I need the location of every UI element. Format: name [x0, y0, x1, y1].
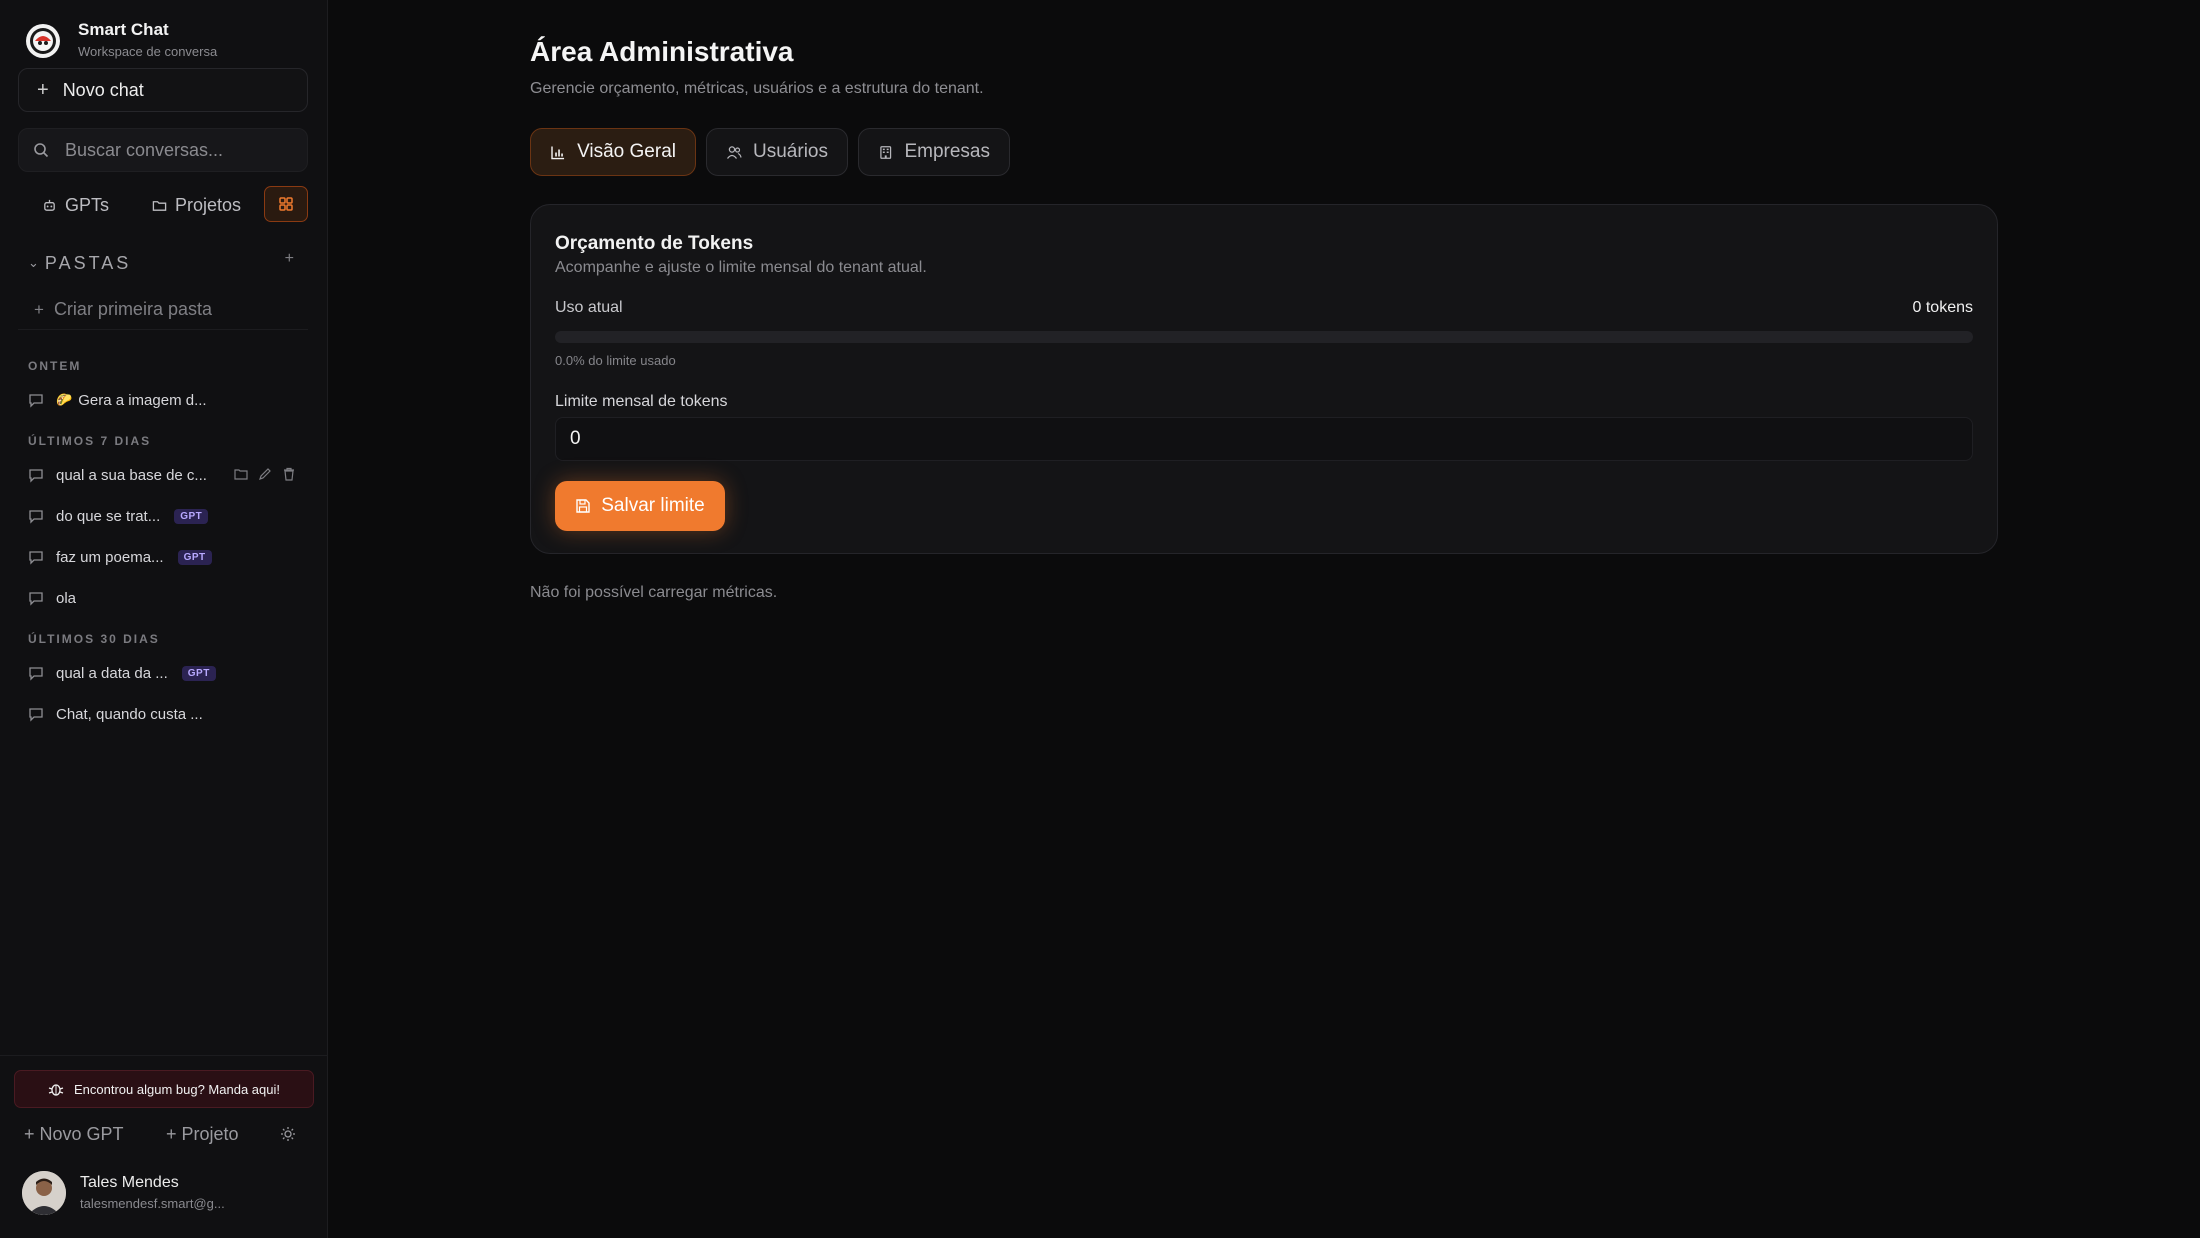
bot-icon — [44, 199, 55, 211]
move-to-folder-icon[interactable] — [234, 467, 248, 481]
new-project-link[interactable]: + Projeto — [166, 1124, 239, 1145]
tab-label: Visão Geral — [577, 141, 676, 162]
chat-bubble-icon — [29, 394, 43, 408]
tab-label: Usuários — [753, 141, 828, 162]
usage-label: Uso atual — [555, 299, 623, 316]
chat-item[interactable]: ola — [18, 580, 308, 616]
plus-icon: + — [37, 78, 49, 101]
gpts-label: GPTs — [65, 194, 110, 215]
edit-icon[interactable] — [258, 467, 272, 481]
chat-bubble-icon — [29, 510, 43, 524]
tab-users[interactable]: Usuários — [706, 128, 848, 176]
chat-item[interactable]: do que se trat... GPT — [18, 498, 308, 534]
card-subtitle: Acompanhe e ajuste o limite mensal do te… — [555, 259, 927, 276]
chat-title: Gera a imagem d... — [78, 391, 207, 409]
user-name: Tales Mendes — [80, 1174, 179, 1191]
new-project-label: Projeto — [181, 1124, 239, 1144]
gpt-badge: GPT — [177, 549, 212, 565]
tab-label: Empresas — [904, 141, 990, 162]
section-label-last-7-days: ÚLTIMOS 7 DIAS — [28, 434, 152, 448]
chat-bubble-icon — [29, 708, 43, 722]
brand-logo — [26, 23, 60, 58]
user-email: talesmendesf.smart@g... — [80, 1196, 225, 1211]
chat-row-actions — [234, 467, 296, 481]
new-gpt-link[interactable]: + Novo GPT — [24, 1124, 124, 1145]
chat-title: faz um poema... — [56, 548, 164, 566]
create-folder-label: Criar primeira pasta — [53, 299, 212, 319]
page-subtitle: Gerencie orçamento, métricas, usuários e… — [530, 80, 984, 97]
chat-bubble-icon — [29, 469, 43, 483]
brand-name: Smart Chat — [78, 20, 169, 39]
sun-icon[interactable] — [280, 1126, 296, 1142]
chat-bubble-icon — [29, 667, 43, 681]
users-icon — [726, 145, 742, 159]
usage-progress-bar — [555, 331, 1973, 343]
chat-item[interactable]: qual a sua base de c... — [18, 457, 308, 493]
plus-icon: + — [34, 299, 44, 319]
sidebar-footer: Encontrou algum bug? Manda aqui! + Novo … — [0, 1055, 328, 1238]
sidebar: Smart Chat Workspace de conversa + Novo … — [0, 0, 328, 1238]
tab-overview[interactable]: Visão Geral — [530, 128, 696, 176]
chat-emoji: 🌮 — [56, 392, 73, 407]
section-label-yesterday: ONTEM — [28, 359, 82, 373]
chat-title: qual a data da ... — [56, 664, 168, 682]
trash-icon[interactable] — [282, 467, 296, 481]
card-title: Orçamento de Tokens — [555, 233, 754, 254]
quick-nav: GPTs Projetos — [0, 186, 328, 224]
metrics-error-message: Não foi possível carregar métricas. — [530, 584, 778, 601]
folders-header[interactable]: ⌄ PASTAS + — [28, 250, 298, 276]
search-box[interactable] — [18, 128, 308, 172]
new-gpt-label: Novo GPT — [39, 1124, 124, 1144]
chat-title: ola — [56, 589, 77, 607]
bug-report-label: Encontrou algum bug? Manda aqui! — [74, 1081, 280, 1097]
gpt-badge: GPT — [181, 665, 216, 681]
footer-links: + Novo GPT + Projeto — [24, 1124, 304, 1154]
admin-grid-button[interactable] — [264, 186, 308, 222]
token-budget-card: Orçamento de Tokens Acompanhe e ajuste o… — [530, 204, 1998, 554]
folders-label: PASTAS — [44, 252, 132, 273]
chat-item[interactable]: 🌮 Gera a imagem d... — [18, 382, 308, 418]
add-folder-icon[interactable]: + — [285, 250, 294, 268]
chat-title: Chat, quando custa ... — [56, 705, 203, 723]
usage-percent: 0.0% do limite usado — [555, 353, 676, 368]
grid-icon — [279, 197, 293, 211]
chat-title: do que se trat... — [56, 507, 161, 525]
user-profile[interactable]: Tales Mendes talesmendesf.smart@g... — [22, 1171, 225, 1215]
chat-item[interactable]: Chat, quando custa ... — [18, 696, 308, 732]
chat-bubble-icon — [29, 592, 43, 606]
chat-item[interactable]: faz um poema... GPT — [18, 539, 308, 575]
monthly-limit-input[interactable] — [555, 417, 1973, 461]
chevron-down-icon: ⌄ — [28, 255, 39, 270]
save-limit-label: Salvar limite — [601, 495, 705, 516]
avatar — [22, 1171, 66, 1215]
new-chat-button[interactable]: + Novo chat — [18, 68, 308, 112]
new-chat-label: Novo chat — [62, 79, 144, 100]
bug-icon — [48, 1084, 64, 1096]
bar-chart-icon — [551, 145, 565, 159]
gpt-badge: GPT — [174, 508, 209, 524]
brand[interactable]: Smart Chat Workspace de conversa — [26, 20, 217, 61]
gpts-link[interactable]: GPTs — [42, 186, 109, 224]
save-icon — [576, 499, 590, 513]
create-folder-button[interactable]: + Criar primeira pasta — [18, 290, 308, 330]
brand-subtitle: Workspace de conversa — [78, 44, 218, 59]
save-limit-button[interactable]: Salvar limite — [555, 481, 725, 531]
folder-icon — [152, 200, 167, 211]
limit-label: Limite mensal de tokens — [555, 393, 728, 410]
projects-link[interactable]: Projetos — [152, 186, 241, 224]
projects-label: Projetos — [175, 194, 242, 215]
search-input[interactable] — [65, 139, 295, 161]
section-label-last-30-days: ÚLTIMOS 30 DIAS — [28, 632, 160, 646]
tab-companies[interactable]: Empresas — [858, 128, 1010, 176]
building-icon — [880, 145, 892, 159]
chat-title: qual a sua base de c... — [56, 466, 207, 484]
chat-bubble-icon — [29, 551, 43, 565]
bug-report-button[interactable]: Encontrou algum bug? Manda aqui! — [14, 1070, 314, 1108]
chat-item[interactable]: qual a data da ... GPT — [18, 655, 308, 691]
page-title: Área Administrativa — [530, 36, 794, 67]
usage-value: 0 tokens — [1912, 299, 1973, 316]
search-icon — [34, 143, 49, 158]
